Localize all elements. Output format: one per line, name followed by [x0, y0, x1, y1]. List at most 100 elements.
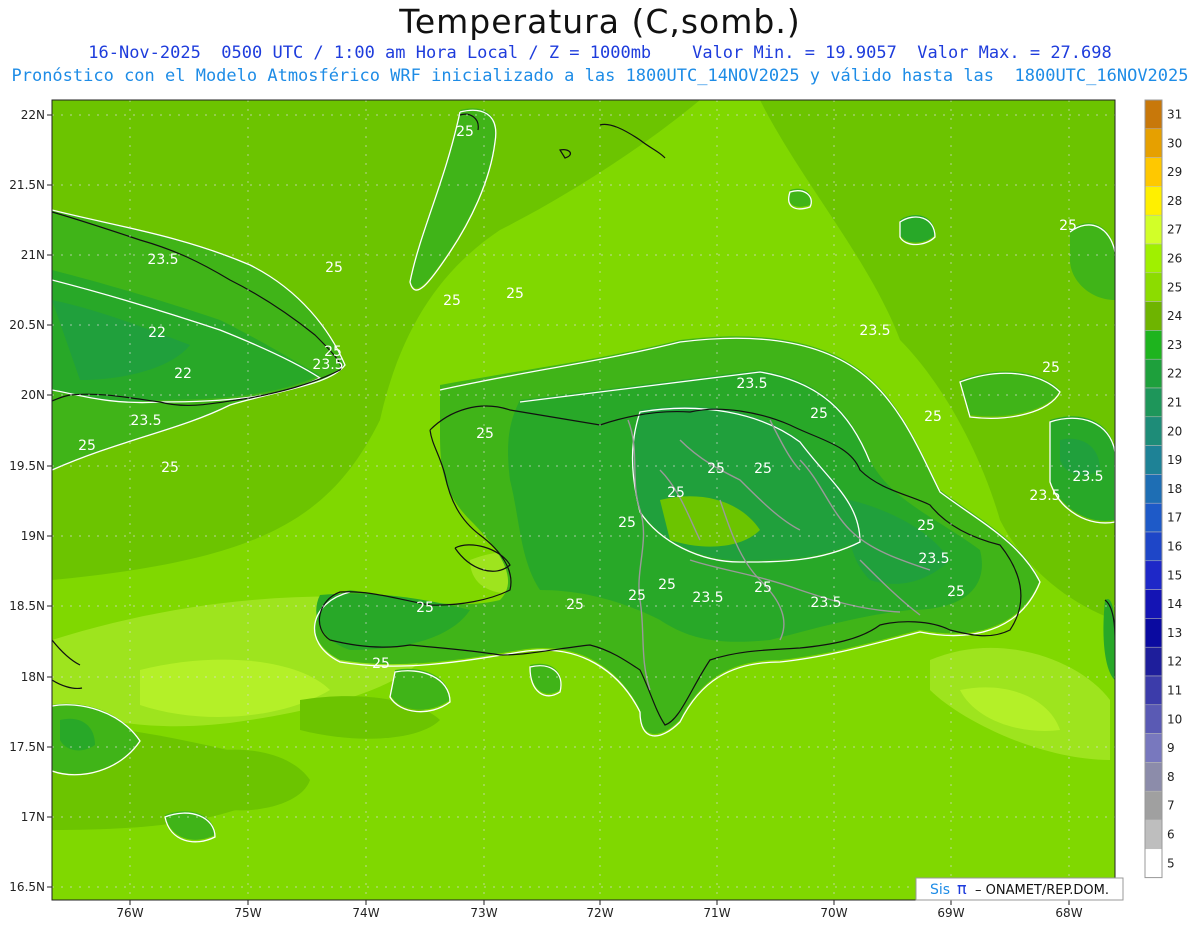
colorbar-swatch-9: [1144, 733, 1163, 763]
ytick-label-5: 19.5N: [9, 459, 45, 473]
pi-glyph: π: [957, 879, 967, 898]
colorbar-label-21: 21: [1167, 395, 1182, 409]
contour-label-6: 22: [174, 366, 192, 382]
contour-label-32: 25: [628, 588, 646, 604]
contour-label-8: 25: [78, 438, 96, 454]
ytick-label-9: 17.5N: [9, 740, 45, 754]
contour-label-14: 25: [707, 461, 725, 477]
credit-box: Sis π – ONAMET/REP.DOM.: [915, 877, 1124, 901]
contour-label-20: 25: [810, 406, 828, 422]
contour-label-33: 25: [658, 577, 676, 593]
contour-label-22: 25: [924, 409, 942, 425]
colorbar-label-6: 6: [1167, 827, 1175, 841]
colorbar-label-17: 17: [1167, 511, 1182, 525]
ytick-label-3: 20.5N: [9, 318, 45, 332]
colorbar-swatch-14: [1144, 589, 1163, 619]
colorbar-swatch-20: [1144, 416, 1163, 446]
colorbar-label-7: 7: [1167, 799, 1175, 813]
xtick-label-8: 68W: [1055, 906, 1082, 920]
colorbar-label-29: 29: [1167, 165, 1182, 179]
colorbar-swatch-17: [1144, 502, 1163, 533]
colorbar-label-15: 15: [1167, 568, 1182, 582]
colorbar-swatch-24: [1144, 301, 1163, 331]
ytick-label-6: 19N: [21, 529, 45, 543]
colorbar-swatch-10: [1144, 704, 1163, 734]
longitude-axis: 76W 75W 74W 73W 72W 71W 70W 69W 68W: [116, 900, 1083, 920]
colorbar-swatch-23: [1144, 330, 1163, 360]
contour-label-5: 22: [148, 325, 166, 341]
contour-label-31: 25: [566, 597, 584, 613]
contour-label-3: 25: [443, 293, 461, 309]
colorbar-swatch-16: [1144, 531, 1163, 562]
contour-label-35: 25: [372, 656, 390, 672]
colorbar-label-5: 5: [1167, 856, 1175, 870]
contour-label-30: 25: [416, 600, 434, 616]
contour-label-23: 25: [917, 518, 935, 534]
contour-label-7: 23.5: [130, 413, 161, 429]
colorbar-swatch-21: [1144, 387, 1163, 418]
colorbar-swatch-22: [1144, 358, 1163, 389]
ytick-label-7: 18.5N: [9, 599, 45, 613]
colorbar-label-19: 19: [1167, 453, 1182, 467]
colorbar-label-10: 10: [1167, 712, 1182, 726]
contour-label-27: 25: [1042, 360, 1060, 376]
contour-label-0: 25: [456, 124, 474, 140]
xtick-label-0: 76W: [116, 906, 143, 920]
colorbar-label-18: 18: [1167, 482, 1182, 496]
ytick-label-4: 20N: [21, 388, 45, 402]
colorbar-label-30: 30: [1167, 136, 1182, 150]
ytick-label-1: 21.5N: [9, 178, 45, 192]
credit-text: – ONAMET/REP.DOM.: [975, 883, 1109, 898]
colorbar-label-22: 22: [1167, 367, 1182, 381]
colorbar-swatch-29: [1144, 157, 1163, 187]
xtick-label-5: 71W: [703, 906, 730, 920]
colorbar-label-11: 11: [1167, 683, 1182, 697]
colorbar-swatch-15: [1144, 560, 1163, 590]
colorbar-swatch-26: [1144, 243, 1163, 274]
contour-label-28: 23.5: [1072, 469, 1103, 485]
colorbar-swatch-27: [1144, 214, 1163, 245]
xtick-label-3: 73W: [470, 906, 497, 920]
contour-label-34: 25: [754, 580, 772, 596]
colorbar-swatch-12: [1144, 646, 1163, 677]
contour-label-4: 25: [506, 286, 524, 302]
contour-label-10: 25: [324, 344, 342, 360]
xtick-label-4: 72W: [586, 906, 613, 920]
colorbar-swatch-5: [1144, 848, 1163, 878]
colorbar-label-23: 23: [1167, 338, 1182, 352]
temperature-field: [52, 100, 1115, 900]
contour-label-19: 23.5: [810, 595, 841, 611]
colorbar-label-8: 8: [1167, 770, 1175, 784]
contour-label-11: 25: [161, 460, 179, 476]
contour-label-21: 23.5: [859, 323, 890, 339]
colorbar-swatch-25: [1144, 272, 1163, 302]
colorbar-swatch-30: [1144, 128, 1163, 158]
map-figure: 25 23.5 25 25 25 22 22 23.5 25 23.5 25 25 25 23.5 25 25…: [9, 99, 1182, 920]
colorbar-swatch-13: [1144, 618, 1163, 648]
colorbar-label-24: 24: [1167, 309, 1182, 323]
colorbar-label-9: 9: [1167, 741, 1175, 755]
colorbar-label-31: 31: [1167, 107, 1182, 121]
xtick-label-6: 70W: [820, 906, 847, 920]
contour-label-1: 23.5: [147, 252, 178, 268]
ytick-label-10: 17N: [21, 810, 45, 824]
colorbar-swatch-7: [1144, 790, 1163, 821]
ytick-label-0: 22N: [21, 108, 45, 122]
xtick-label-7: 69W: [937, 906, 964, 920]
contour-label-13: 23.5: [736, 376, 767, 392]
latitude-axis: 22N 21.5N 21N 20.5N 20N 19.5N 19N 18.5N 18N 17.5N…: [9, 108, 52, 894]
colorbar-swatch-28: [1144, 186, 1163, 216]
colorbar-swatch-11: [1144, 675, 1163, 706]
colorbar-label-26: 26: [1167, 251, 1182, 265]
xtick-label-1: 75W: [234, 906, 261, 920]
xtick-label-2: 74W: [352, 906, 379, 920]
colorbar-label-28: 28: [1167, 194, 1182, 208]
contour-label-29: 23.5: [1029, 488, 1060, 504]
colorbar-swatch-18: [1144, 474, 1163, 504]
colorbar: 31 30 29 28 27 26 25 24 23 22 21 20 19 18 17 16 15 14 13 12…: [1144, 99, 1182, 879]
colorbar-swatch-19: [1144, 445, 1163, 475]
colorbar-label-27: 27: [1167, 223, 1182, 237]
contour-label-12: 25: [476, 426, 494, 442]
contour-label-26: 25: [1059, 218, 1077, 234]
colorbar-swatch-31: [1144, 99, 1163, 130]
